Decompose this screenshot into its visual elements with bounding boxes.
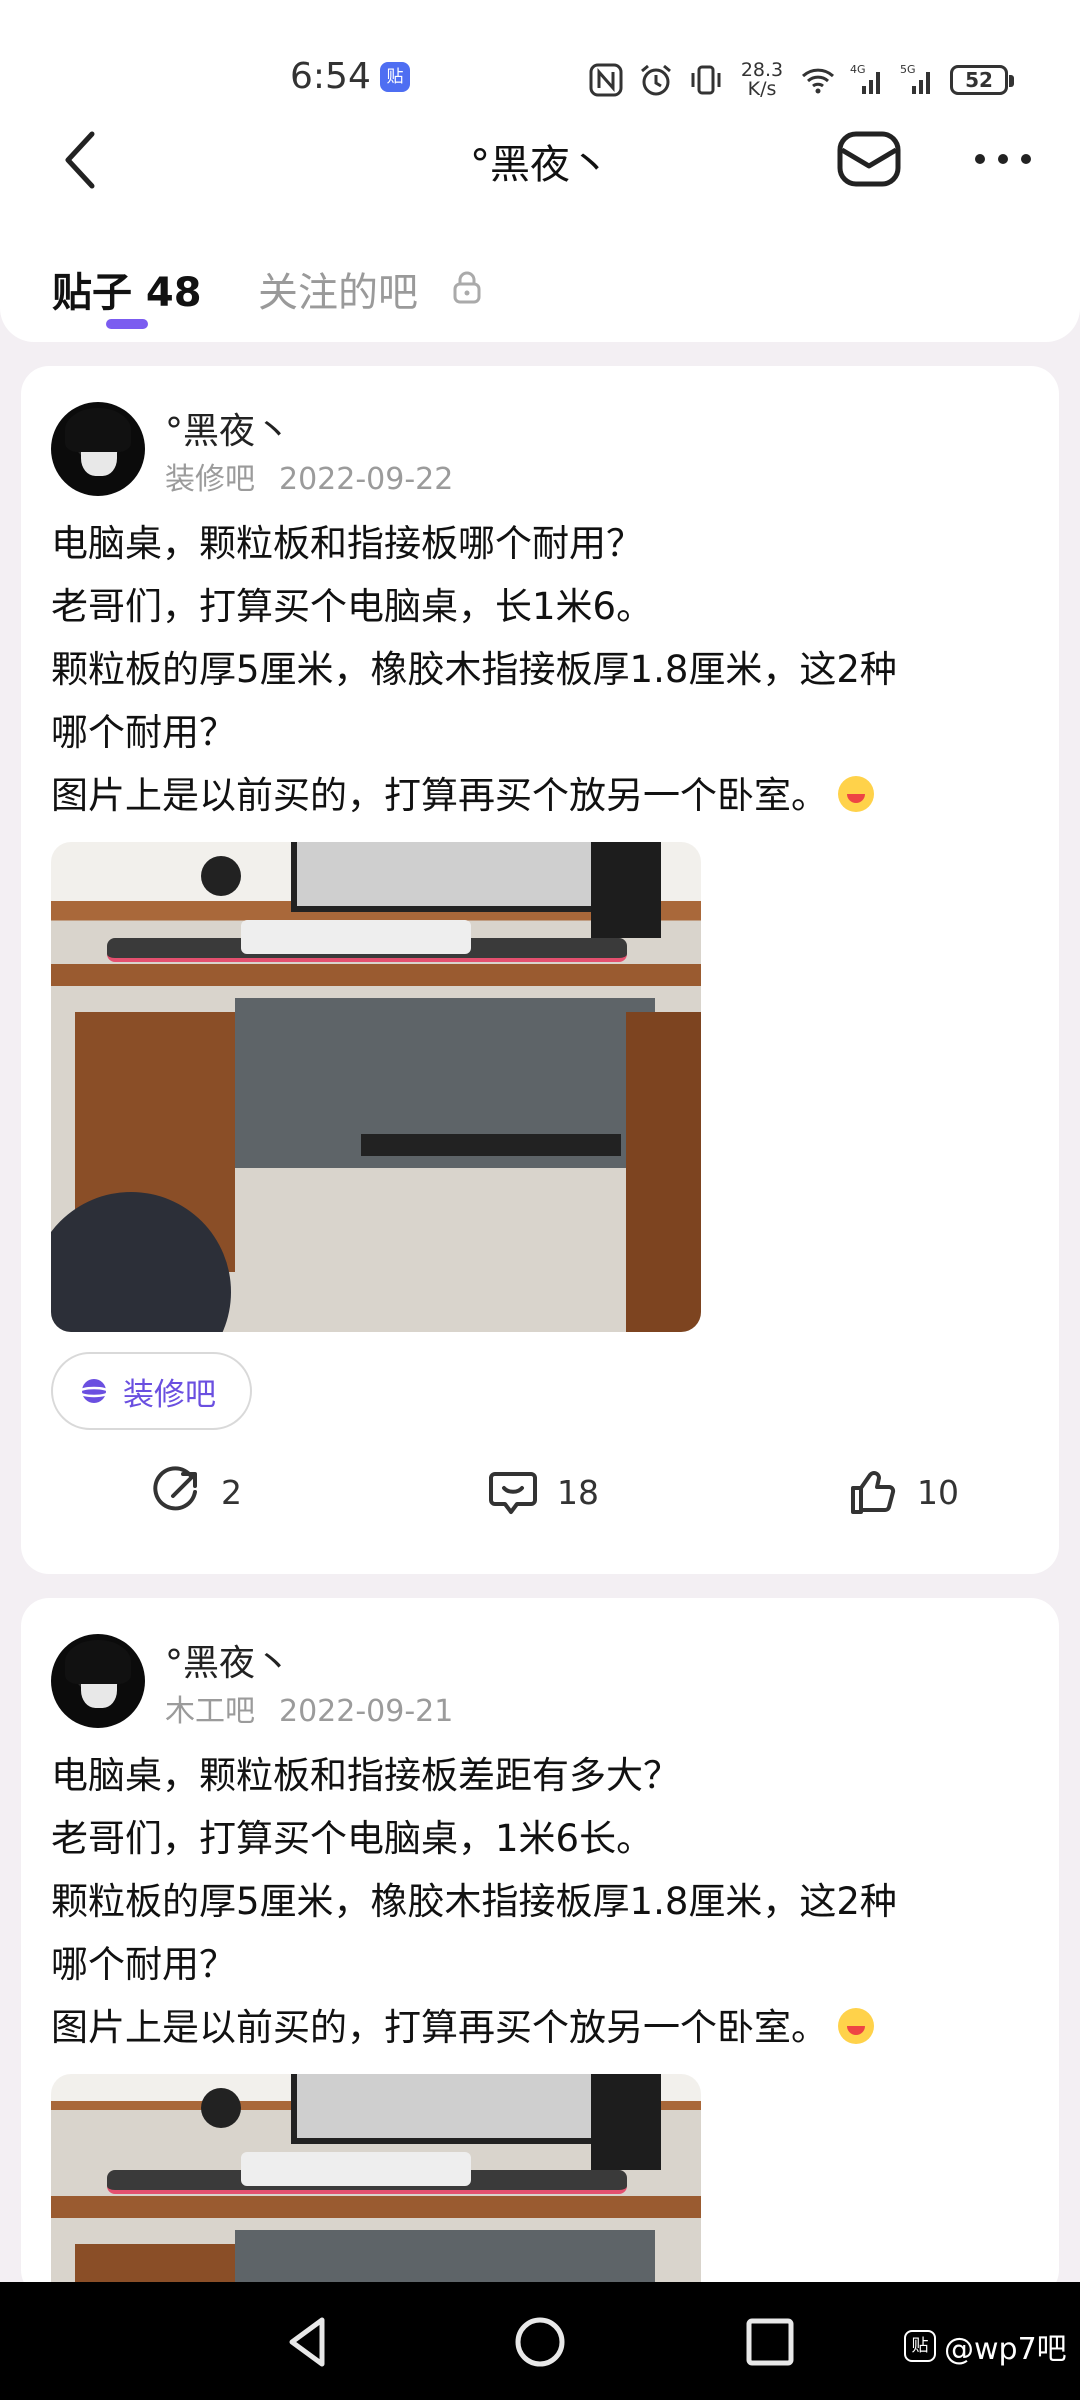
mail-icon[interactable]	[836, 126, 902, 192]
post-text-line: 图片上是以前买的，打算再买个放另一个卧室。	[51, 764, 1041, 827]
more-icon[interactable]	[970, 138, 1036, 180]
like-button[interactable]: 10	[847, 1466, 959, 1518]
post-card[interactable]: °黑夜丶 木工吧 2022-09-21 电脑桌，颗粒板和指接板差距有多大？ 老哥们…	[21, 1598, 1059, 2298]
share-button[interactable]: 2	[151, 1466, 242, 1518]
lock-icon	[453, 271, 481, 304]
post-title: 电脑桌，颗粒板和指接板哪个耐用？	[51, 522, 643, 565]
signal-icon: 5G	[900, 63, 930, 94]
forum-tag-chip[interactable]: 装修吧	[51, 1352, 252, 1430]
nav-back-icon[interactable]	[280, 2312, 340, 2372]
comment-button[interactable]: 18	[487, 1466, 599, 1518]
status-icons: 28.3 K/s 4G 5G 52	[588, 58, 1014, 102]
share-count: 2	[221, 1472, 242, 1512]
like-count: 10	[917, 1472, 959, 1512]
post-content[interactable]: 电脑桌，颗粒板和指接板差距有多大？ 老哥们，打算买个电脑桌，1米6长。 颗粒板的…	[51, 1744, 1041, 2059]
comment-count: 18	[557, 1472, 599, 1512]
grinning-emoji-icon	[838, 2008, 874, 2044]
forum-name[interactable]: 木工吧	[165, 1694, 255, 1729]
author-name[interactable]: °黑夜丶	[165, 1634, 291, 1686]
forum-name[interactable]: 装修吧	[165, 462, 255, 497]
back-arrow-icon[interactable]	[52, 122, 112, 198]
vibrate-icon	[691, 65, 721, 95]
comment-icon	[489, 1472, 537, 1514]
status-time: 6:54	[290, 56, 371, 97]
post-text-line: 颗粒板的厚5厘米，橡胶木指接板厚1.8厘米，这2种	[51, 648, 897, 691]
status-bar: 6:54 贴 28.3 K/s 4G 5G 52	[0, 0, 1080, 120]
post-text-segment: 图片上是以前买的，打算再买个放另一个卧室。	[51, 774, 828, 817]
post-content[interactable]: 电脑桌，颗粒板和指接板哪个耐用？ 老哥们，打算买个电脑桌，长1米6。 颗粒板的厚…	[51, 512, 1041, 827]
post-meta: 装修吧 2022-09-22	[165, 454, 453, 498]
signal-2-label: 5G	[900, 63, 916, 76]
tieba-logo-icon: 贴	[904, 2330, 936, 2362]
alarm-icon	[641, 64, 671, 96]
wifi-icon	[801, 68, 835, 94]
active-tab-indicator	[106, 319, 148, 329]
grinning-emoji-icon	[838, 776, 874, 812]
author-name[interactable]: °黑夜丶	[165, 402, 291, 454]
nav-recent-apps-icon[interactable]	[740, 2312, 800, 2372]
share-icon	[153, 1466, 197, 1511]
forum-planet-icon	[79, 1379, 109, 1403]
battery-icon: 52	[950, 65, 1014, 95]
post-text-line: 哪个耐用？	[51, 711, 236, 754]
tieba-notification-icon: 贴	[380, 62, 410, 92]
tab-followed-forums[interactable]: 关注的吧	[258, 260, 418, 318]
forum-tag-label: 装修吧	[123, 1376, 216, 1413]
net-speed-unit: K/s	[747, 78, 777, 100]
post-text-line: 图片上是以前买的，打算再买个放另一个卧室。	[51, 1996, 1041, 2059]
post-date: 2022-09-21	[279, 1694, 454, 1729]
post-image[interactable]	[51, 842, 701, 1332]
post-text-segment: 图片上是以前买的，打算再买个放另一个卧室。	[51, 2006, 828, 2049]
post-text-line: 哪个耐用？	[51, 1943, 236, 1986]
post-actions: 2 18 10	[21, 1466, 1059, 1536]
top-header-area: 6:54 贴 28.3 K/s 4G 5G 52 °黑夜丶 贴子 48 关注的吧	[0, 0, 1080, 342]
avatar[interactable]	[51, 1634, 145, 1728]
network-speed: 28.3 K/s	[738, 61, 786, 99]
post-text-line: 颗粒板的厚5厘米，橡胶木指接板厚1.8厘米，这2种	[51, 1880, 897, 1923]
signal-icon: 4G	[850, 63, 880, 94]
watermark: 贴 @wp7吧	[904, 2324, 1067, 2368]
avatar[interactable]	[51, 402, 145, 496]
post-card[interactable]: °黑夜丶 装修吧 2022-09-22 电脑桌，颗粒板和指接板哪个耐用？ 老哥们，…	[21, 366, 1059, 1574]
nav-home-icon[interactable]	[510, 2312, 570, 2372]
thumbs-up-icon	[851, 1471, 896, 1514]
tab-posts[interactable]: 贴子 48	[52, 260, 202, 318]
post-title: 电脑桌，颗粒板和指接板差距有多大？	[51, 1754, 680, 1797]
page-title: °黑夜丶	[470, 142, 610, 188]
post-text-line: 老哥们，打算买个电脑桌，1米6长。	[51, 1817, 654, 1860]
nfc-icon	[589, 63, 623, 97]
post-image[interactable]	[51, 2074, 701, 2298]
post-date: 2022-09-22	[279, 462, 454, 497]
watermark-text: @wp7吧	[944, 2332, 1067, 2367]
signal-1-label: 4G	[850, 63, 866, 76]
post-meta: 木工吧 2022-09-21	[165, 1686, 453, 1730]
post-text-line: 老哥们，打算买个电脑桌，长1米6。	[51, 585, 654, 628]
